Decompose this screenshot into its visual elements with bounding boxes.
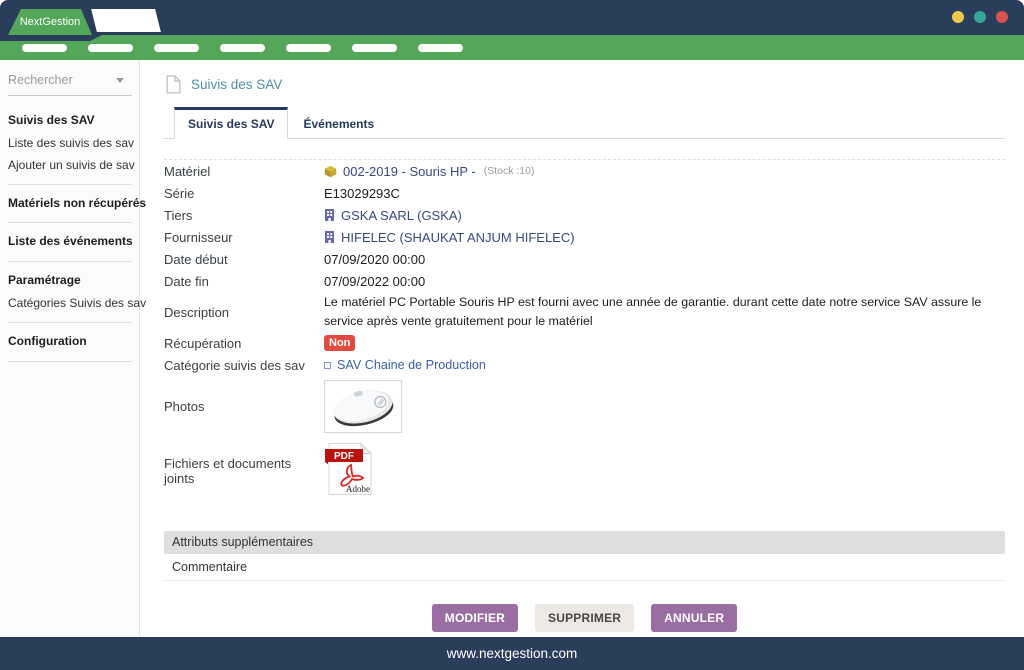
sidebar-item-categories-suivis[interactable]: Catégories Suivis des sav (8, 296, 146, 310)
status-badge: Non (324, 335, 356, 351)
row-description: Description Le matériel PC Portable Sour… (164, 292, 1005, 332)
sidebar: Rechercher Suivis des SAV Liste des suiv… (0, 60, 146, 637)
main-panel: Suivis des SAV Suivis des SAV Événements… (140, 60, 1024, 637)
window-dot-red[interactable] (996, 11, 1008, 23)
pdf-file-icon: PDF Adobe (325, 442, 373, 495)
sidebar-item-ajouter-suivis[interactable]: Ajouter un suivis de sav (8, 158, 139, 172)
main-menu-bar (0, 35, 1024, 60)
photo-thumbnail[interactable] (324, 380, 402, 433)
sidebar-divider (8, 184, 132, 185)
sidebar-item-liste-des-suivis[interactable]: Liste des suivis des sav (8, 136, 139, 150)
stock-note: (Stock :10) (483, 165, 535, 177)
extra-attributes-header: Attributs supplémentaires (164, 531, 1005, 554)
tab-bar: Suivis des SAV Événements (164, 107, 1005, 139)
document-icon (166, 75, 181, 94)
category-square-icon (324, 361, 331, 369)
categorie-link[interactable]: SAV Chaine de Production (337, 358, 486, 372)
row-photos: Photos (164, 376, 1005, 437)
field-label: Fournisseur (164, 229, 233, 245)
action-buttons: MODIFIER SUPPRIMER ANNULER (164, 604, 1005, 632)
field-label: Matériel (164, 163, 211, 179)
field-label: Date fin (164, 273, 209, 289)
field-label: Fichiers et documents joints (164, 455, 292, 486)
app-window: NextGestion Rechercher Suivis des SAV Li… (0, 0, 1024, 670)
delete-button[interactable]: SUPPRIMER (535, 604, 635, 632)
date-debut-value: 07/09/2020 00:00 (324, 251, 426, 267)
nav-pill[interactable] (352, 43, 397, 52)
footer-url: www.nextgestion.com (446, 646, 578, 661)
product-cube-icon (324, 165, 337, 177)
row-tiers: Tiers GSKA SARL (GSKA) (164, 204, 1005, 226)
header-wedge-shape (0, 35, 102, 41)
company-building-icon (325, 231, 334, 243)
sidebar-item-liste-des-evenements[interactable]: Liste des événements (8, 234, 139, 248)
search-placeholder: Rechercher (8, 73, 73, 87)
row-recuperation: Récupération Non (164, 332, 1005, 354)
pdf-brand-text: Adobe (346, 484, 370, 494)
header-ribbon-shape (91, 9, 161, 32)
brand-name: NextGestion (19, 16, 81, 28)
row-date-debut: Date début 07/09/2020 00:00 (164, 248, 1005, 270)
materiel-link[interactable]: 002-2019 - Souris HP - (343, 164, 476, 179)
mouse-photo-icon (333, 390, 394, 427)
comment-row: Commentaire (164, 554, 1005, 581)
field-label: Tiers (164, 207, 193, 223)
tab-suivis-des-sav[interactable]: Suivis des SAV (174, 107, 289, 139)
sidebar-divider (8, 222, 132, 223)
nav-pill[interactable] (88, 43, 133, 52)
row-fichiers: Fichiers et documents joints PDF Adobe (164, 437, 1005, 504)
breadcrumb: Suivis des SAV (166, 75, 1005, 94)
brand-logo[interactable]: NextGestion (8, 9, 92, 35)
content-area: Rechercher Suivis des SAV Liste des suiv… (0, 60, 1024, 637)
sidebar-divider (8, 322, 132, 323)
description-value: Le matériel PC Portable Souris HP est fo… (324, 294, 982, 328)
window-controls (952, 11, 1008, 23)
field-label: Catégorie suivis des sav (164, 357, 305, 373)
top-bar: NextGestion (0, 0, 1024, 35)
field-label: Série (164, 185, 195, 201)
company-building-icon (325, 209, 334, 221)
sidebar-divider (8, 361, 132, 362)
row-date-fin: Date fin 07/09/2022 00:00 (164, 270, 1005, 292)
modify-button[interactable]: MODIFIER (431, 604, 519, 632)
sidebar-item-materiels-non-recuperes[interactable]: Matériels non récupérés (8, 196, 146, 210)
row-serie: Série E13029293C (164, 182, 1005, 204)
row-materiel: Matériel 002-2019 - Souris HP - (Stock :… (164, 160, 1005, 182)
nav-pill[interactable] (22, 43, 67, 52)
nav-pill[interactable] (154, 43, 199, 52)
tiers-link[interactable]: GSKA SARL (GSKA) (341, 208, 462, 223)
sidebar-item-configuration[interactable]: Configuration (8, 334, 139, 348)
serie-value: E13029293C (324, 185, 400, 201)
sidebar-item-suivis-des-sav[interactable]: Suivis des SAV (8, 113, 139, 127)
fournisseur-link[interactable]: HIFELEC (SHAUKAT ANJUM HIFELEC) (341, 230, 575, 245)
field-label: Récupération (164, 335, 242, 351)
nav-pill[interactable] (418, 43, 463, 52)
tab-evenements[interactable]: Événements (288, 110, 389, 138)
sidebar-item-parametrage[interactable]: Paramétrage (8, 273, 139, 287)
nav-pill[interactable] (220, 43, 265, 52)
cancel-button[interactable]: ANNULER (651, 604, 738, 632)
page-title: Suivis des SAV (191, 77, 283, 92)
row-fournisseur: Fournisseur HIFELEC (SHAUKAT ANJUM HIFEL… (164, 226, 1005, 248)
date-fin-value: 07/09/2022 00:00 (324, 273, 426, 289)
nav-pill[interactable] (286, 43, 331, 52)
field-label: Date début (164, 251, 228, 267)
field-label: Description (164, 304, 230, 320)
sidebar-divider (8, 261, 132, 262)
dropdown-caret-icon[interactable] (116, 77, 124, 83)
field-label: Photos (164, 399, 205, 414)
pdf-attachment[interactable]: PDF Adobe (324, 442, 376, 499)
pdf-banner-text: PDF (334, 451, 354, 462)
window-dot-yellow[interactable] (952, 11, 964, 23)
window-dot-teal[interactable] (974, 11, 986, 23)
row-categorie: Catégorie suivis des sav SAV Chaine de P… (164, 354, 1005, 376)
search-input[interactable]: Rechercher (8, 70, 132, 96)
detail-table: Matériel 002-2019 - Souris HP - (Stock :… (164, 159, 1005, 504)
footer-bar: www.nextgestion.com (0, 637, 1024, 670)
